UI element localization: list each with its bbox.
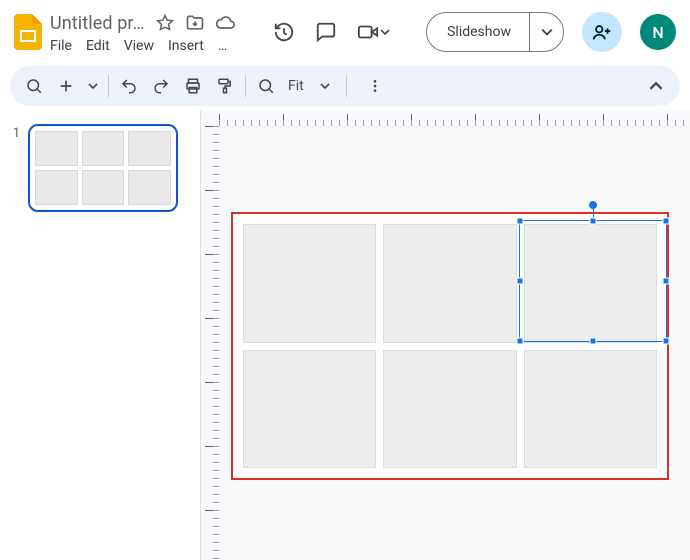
menu-file[interactable]: File <box>50 38 72 54</box>
grid-cell[interactable] <box>243 224 376 343</box>
menu-more[interactable]: … <box>218 38 227 54</box>
zoom-icon[interactable] <box>252 72 280 100</box>
comment-icon[interactable] <box>314 20 338 44</box>
move-to-folder-icon[interactable] <box>185 13 205 33</box>
new-slide-dropdown[interactable] <box>84 81 102 91</box>
meet-icon[interactable] <box>356 20 380 44</box>
zoom-dropdown[interactable] <box>310 81 340 91</box>
thumbnail-slide-1[interactable] <box>28 124 178 212</box>
thumbnail-row: 1 <box>10 124 190 212</box>
doc-title[interactable]: Untitled pr… <box>50 13 145 34</box>
more-tools-icon[interactable] <box>361 72 389 100</box>
title-actions: Slideshow N <box>272 12 676 52</box>
slides-logo[interactable] <box>8 12 48 52</box>
zoom-level-label[interactable]: Fit <box>284 78 306 94</box>
grid-cell[interactable] <box>383 224 516 343</box>
workspace: 1 <box>0 110 690 560</box>
titlebar: Untitled pr… File Edit View Insert … <box>0 0 690 64</box>
grid-cell[interactable] <box>524 350 657 469</box>
share-button[interactable] <box>582 12 622 52</box>
slideshow-button[interactable]: Slideshow <box>427 13 529 51</box>
thumbnail-number: 1 <box>10 124 20 141</box>
history-icon[interactable] <box>272 20 296 44</box>
collapse-toolbar-icon[interactable] <box>642 72 670 100</box>
slide-canvas[interactable] <box>231 212 669 480</box>
cloud-status-icon[interactable] <box>215 13 235 33</box>
search-menus-icon[interactable] <box>20 72 48 100</box>
vertical-ruler[interactable] <box>201 126 219 560</box>
thumbnail-panel[interactable]: 1 <box>0 110 200 560</box>
menu-view[interactable]: View <box>124 38 154 54</box>
toolbar: Fit <box>10 66 680 106</box>
redo-icon[interactable] <box>147 72 175 100</box>
doc-title-row: Untitled pr… <box>50 13 235 34</box>
new-slide-button[interactable] <box>52 72 80 100</box>
grid-cell[interactable] <box>524 224 657 343</box>
star-icon[interactable] <box>155 13 175 33</box>
undo-icon[interactable] <box>115 72 143 100</box>
grid-cell[interactable] <box>243 350 376 469</box>
menu-edit[interactable]: Edit <box>86 38 110 54</box>
slideshow-dropdown[interactable] <box>529 13 563 51</box>
paint-format-icon[interactable] <box>211 72 239 100</box>
grid-cell[interactable] <box>383 350 516 469</box>
slideshow-split-button: Slideshow <box>426 12 564 52</box>
canvas-pane[interactable] <box>200 110 690 560</box>
title-block: Untitled pr… File Edit View Insert … <box>50 13 235 54</box>
menu-insert[interactable]: Insert <box>168 38 204 54</box>
horizontal-ruler[interactable] <box>219 110 690 126</box>
menu-bar: File Edit View Insert … <box>50 38 235 54</box>
print-icon[interactable] <box>179 72 207 100</box>
rotation-handle[interactable] <box>589 201 597 209</box>
account-avatar[interactable]: N <box>640 14 676 50</box>
